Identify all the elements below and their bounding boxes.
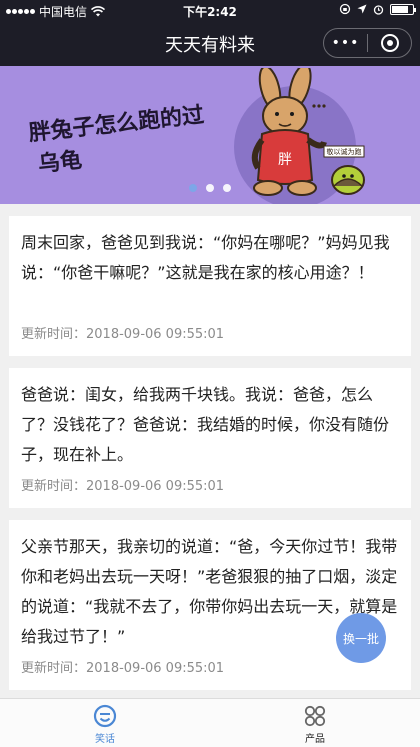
carousel-dot[interactable] (223, 184, 231, 192)
target-ring-icon (380, 34, 399, 52)
tab-products[interactable]: 产品 (210, 699, 420, 747)
shirt-glyph: 胖 (278, 152, 292, 168)
location-icon (357, 4, 367, 14)
joke-update-time: 更新时间：2018-09-06 09:55:01 (21, 327, 225, 342)
joke-update-time: 更新时间：2018-09-06 09:55:01 (21, 661, 225, 676)
alarm-icon (373, 4, 384, 15)
joke-text: 周末回家，爸爸见到我说：“你妈在哪呢？”妈妈见我说：“你爸干嘛呢？”这就是我在家… (21, 233, 390, 282)
status-right (339, 3, 416, 15)
mini-program-capsule: ••• (323, 28, 412, 58)
lock-rotation-icon (339, 3, 351, 15)
status-bar: 中国电信 下午2:42 (0, 0, 420, 20)
sign-text: 敬以诚为跑 (327, 147, 362, 156)
joke-text: 爸爸说：闺女，给我两千块钱。我说：爸爸，怎么了？没钱花了？爸爸说：我结婚的时候，… (21, 385, 390, 464)
refresh-batch-button[interactable]: 换一批 (336, 613, 386, 663)
carousel-dot[interactable] (206, 184, 214, 192)
nav-bar: 天天有料来 ••• (0, 20, 420, 66)
tab-bar: 笑话 产品 (0, 698, 420, 747)
tab-jokes[interactable]: 笑话 (0, 699, 210, 747)
smiley-icon (93, 704, 117, 728)
tab-label: 产品 (305, 734, 325, 745)
close-capsule-button[interactable] (368, 34, 411, 52)
banner-carousel[interactable]: 胖兔子怎么跑的过 乌龟 敬以诚为跑 胖 (0, 66, 420, 204)
carousel-dot[interactable] (189, 184, 197, 192)
joke-card[interactable]: 周末回家，爸爸见到我说：“你妈在哪呢？”妈妈见我说：“你爸干嘛呢？”这就是我在家… (9, 216, 411, 356)
banner-caption: 胖兔子怎么跑的过 乌龟 (27, 99, 209, 181)
battery-icon (390, 3, 416, 15)
joke-card[interactable]: 爸爸说：闺女，给我两千块钱。我说：爸爸，怎么了？没钱花了？爸爸说：我结婚的时候，… (9, 368, 411, 508)
carousel-dots (0, 184, 420, 192)
grid-icon (304, 705, 326, 727)
tab-label: 笑话 (95, 734, 115, 745)
more-dots-icon[interactable]: ••• (324, 29, 367, 57)
joke-update-time: 更新时间：2018-09-06 09:55:01 (21, 479, 225, 494)
joke-card[interactable]: 父亲节那天，我亲切的说道：“爸，今天你过节！我带你和老妈出去玩一天呀！”老爸狠狠… (9, 520, 411, 690)
